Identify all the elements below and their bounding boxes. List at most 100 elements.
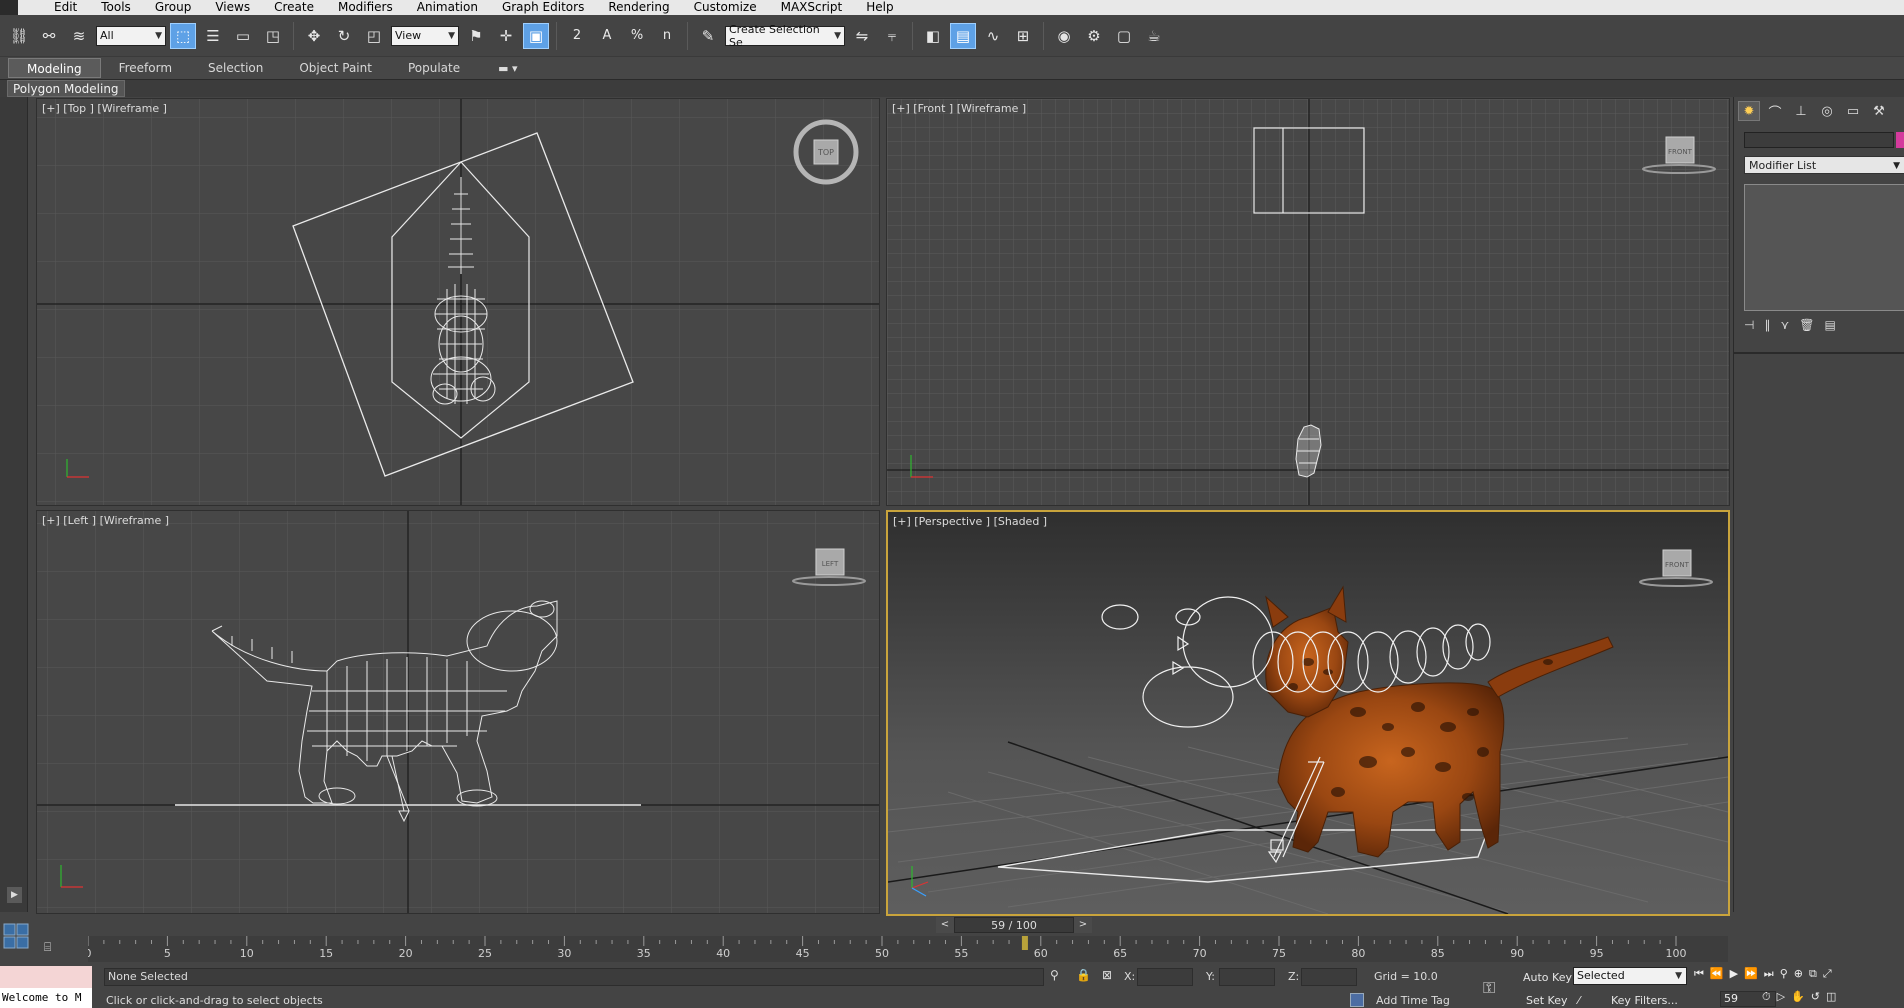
menu-edit[interactable]: Edit bbox=[42, 0, 89, 15]
selection-lock-icon[interactable]: 🔒 bbox=[1076, 968, 1091, 982]
maximize-viewport-icon[interactable]: ⤢ bbox=[1823, 967, 1832, 981]
configure-modifier-sets-icon[interactable]: ▤ bbox=[1824, 318, 1835, 336]
viewport-label[interactable]: [+] [Top ] [Wireframe ] bbox=[42, 102, 167, 115]
absolute-mode-icon[interactable]: ⊠ bbox=[1102, 968, 1112, 982]
create-tab-icon[interactable]: ✹ bbox=[1738, 101, 1760, 121]
track-bar[interactable]: 0 5 10 15 20 25 30 35 40 45 50 55 60 65 70 75 80 85 90 95 10… bbox=[85, 936, 1728, 962]
select-and-manipulate-icon[interactable]: ✛ bbox=[493, 23, 519, 49]
menu-create[interactable]: Create bbox=[262, 0, 326, 15]
snaps-toggle-icon[interactable]: 2 bbox=[564, 23, 590, 49]
add-time-tag[interactable]: Add Time Tag bbox=[1376, 994, 1450, 1007]
viewcube-front[interactable]: FRONT bbox=[1639, 135, 1719, 178]
next-frame-icon[interactable]: ⏩ bbox=[1744, 967, 1758, 981]
key-tangent-icon[interactable]: ⁄ bbox=[1578, 994, 1580, 1007]
viewport-top[interactable]: [+] [Top ] [Wireframe ] TOP bbox=[36, 98, 880, 506]
display-tab-icon[interactable]: ▭ bbox=[1842, 101, 1864, 121]
menu-graph-editors[interactable]: Graph Editors bbox=[490, 0, 596, 15]
viewport-label[interactable]: [+] [Front ] [Wireframe ] bbox=[892, 102, 1026, 115]
tab-selection[interactable]: Selection bbox=[190, 58, 281, 78]
maximize-toggle-icon[interactable]: ◫ bbox=[1826, 990, 1836, 1004]
select-by-name-icon[interactable]: ☰ bbox=[200, 23, 226, 49]
mirror-icon[interactable]: ⇋ bbox=[849, 23, 875, 49]
time-slider[interactable]: 59 / 100 bbox=[954, 917, 1074, 933]
object-name-field[interactable] bbox=[1744, 132, 1894, 148]
curve-editor-icon[interactable]: ∿ bbox=[980, 23, 1006, 49]
rendered-frame-window-icon[interactable]: ▢ bbox=[1111, 23, 1137, 49]
window-crossing-icon[interactable]: ◳ bbox=[260, 23, 286, 49]
percent-snap-icon[interactable]: % bbox=[624, 23, 650, 49]
remove-modifier-icon[interactable]: 🗑 bbox=[1799, 318, 1814, 336]
play-icon[interactable]: ▶ bbox=[7, 887, 22, 903]
render-setup-icon[interactable]: ⚙ bbox=[1081, 23, 1107, 49]
tab-populate[interactable]: Populate bbox=[390, 58, 478, 78]
isolate-selection-icon[interactable]: ⚲ bbox=[1050, 968, 1059, 982]
hierarchy-tab-icon[interactable]: ⊥ bbox=[1790, 101, 1812, 121]
spinner-snap-icon[interactable]: n bbox=[654, 23, 680, 49]
object-color-swatch[interactable] bbox=[1896, 132, 1904, 148]
modify-tab-icon[interactable]: ⌒ bbox=[1764, 101, 1786, 121]
viewport-front[interactable]: [+] [Front ] [Wireframe ] FRONT bbox=[886, 98, 1730, 506]
menu-modifiers[interactable]: Modifiers bbox=[326, 0, 405, 15]
curve-editor-mini-icon[interactable]: ⌸ bbox=[44, 940, 66, 958]
select-and-link-icon[interactable]: ⛓ bbox=[6, 23, 32, 49]
menu-maxscript[interactable]: MAXScript bbox=[769, 0, 855, 15]
render-production-icon[interactable]: ☕ bbox=[1141, 23, 1167, 49]
tab-modeling[interactable]: Modeling bbox=[8, 58, 101, 78]
orbit-icon[interactable]: ↺ bbox=[1811, 990, 1820, 1004]
x-coordinate-field[interactable] bbox=[1137, 968, 1193, 986]
y-coordinate-field[interactable] bbox=[1219, 968, 1275, 986]
make-unique-icon[interactable]: ⋎ bbox=[1780, 318, 1789, 336]
select-and-scale-icon[interactable]: ◰ bbox=[361, 23, 387, 49]
zoom-all-icon[interactable]: ⊕ bbox=[1794, 967, 1803, 981]
zoom-icon[interactable]: ⚲ bbox=[1780, 967, 1788, 981]
angle-snap-icon[interactable]: A bbox=[594, 23, 620, 49]
set-key-button[interactable]: Set Key bbox=[1526, 994, 1568, 1007]
unlink-icon[interactable]: ⚯ bbox=[36, 23, 62, 49]
maxscript-listener-output[interactable] bbox=[0, 966, 92, 988]
named-selection-dropdown[interactable]: Create Selection Se ▼ bbox=[725, 23, 845, 49]
menu-animation[interactable]: Animation bbox=[405, 0, 490, 15]
menu-views[interactable]: Views bbox=[203, 0, 262, 15]
field-of-view-icon[interactable]: ▷ bbox=[1777, 990, 1785, 1004]
modifier-list-dropdown[interactable]: Modifier List ▼ bbox=[1744, 156, 1904, 174]
maxscript-listener-input[interactable]: Welcome to M bbox=[0, 988, 92, 1008]
align-icon[interactable]: ⫧ bbox=[879, 23, 905, 49]
polygon-modeling-panel[interactable]: Polygon Modeling bbox=[7, 80, 125, 97]
time-configuration-icon[interactable]: ⏱ bbox=[1762, 990, 1771, 1004]
bind-to-space-warp-icon[interactable]: ≋ bbox=[66, 23, 92, 49]
go-to-end-icon[interactable]: ⏭ bbox=[1764, 967, 1774, 981]
menu-help[interactable]: Help bbox=[854, 0, 905, 15]
utilities-tab-icon[interactable]: ⚒ bbox=[1868, 101, 1890, 121]
selection-set-dropdown[interactable]: Selected ▼ bbox=[1573, 967, 1687, 985]
viewport-label[interactable]: [+] [Perspective ] [Shaded ] bbox=[893, 515, 1047, 528]
key-filters-button[interactable]: Key Filters... bbox=[1611, 994, 1678, 1007]
zoom-extents-icon[interactable]: ⧉ bbox=[1809, 967, 1817, 981]
app-icon[interactable] bbox=[0, 0, 18, 15]
viewcube-left[interactable]: LEFT bbox=[789, 547, 869, 590]
schematic-view-icon[interactable]: ⊞ bbox=[1010, 23, 1036, 49]
reference-coordinate-dropdown[interactable]: View ▼ bbox=[391, 25, 459, 46]
time-slider-prev[interactable]: < bbox=[936, 917, 954, 933]
auto-key-button[interactable]: Auto Key bbox=[1523, 971, 1572, 984]
time-slider-next[interactable]: > bbox=[1074, 917, 1092, 933]
tab-freeform[interactable]: Freeform bbox=[101, 58, 190, 78]
selection-filter-dropdown[interactable]: All ▼ bbox=[96, 25, 166, 46]
current-frame-marker[interactable] bbox=[1021, 936, 1028, 950]
layer-manager-icon[interactable]: ◧ bbox=[920, 23, 946, 49]
previous-frame-icon[interactable]: ⏪ bbox=[1710, 967, 1724, 981]
menu-group[interactable]: Group bbox=[143, 0, 204, 15]
go-to-start-icon[interactable]: ⏮ bbox=[1694, 967, 1704, 981]
edit-named-selection-icon[interactable]: ✎ bbox=[695, 23, 721, 49]
tab-object-paint[interactable]: Object Paint bbox=[281, 58, 390, 78]
z-coordinate-field[interactable] bbox=[1301, 968, 1357, 986]
menu-tools[interactable]: Tools bbox=[89, 0, 143, 15]
modifier-stack[interactable] bbox=[1744, 184, 1904, 311]
pin-stack-icon[interactable]: ⊣ bbox=[1744, 318, 1754, 336]
menu-customize[interactable]: Customize bbox=[682, 0, 769, 15]
viewport-left[interactable]: [+] [Left ] [Wireframe ] LEFT bbox=[36, 510, 880, 914]
select-and-move-icon[interactable]: ✥ bbox=[301, 23, 327, 49]
keyboard-shortcut-override-icon[interactable]: ▣ bbox=[523, 22, 549, 49]
scene-explorer-icon[interactable]: ▤ bbox=[950, 22, 976, 49]
play-animation-icon[interactable]: ▶ bbox=[1730, 967, 1738, 981]
select-and-rotate-icon[interactable]: ↻ bbox=[331, 23, 357, 49]
